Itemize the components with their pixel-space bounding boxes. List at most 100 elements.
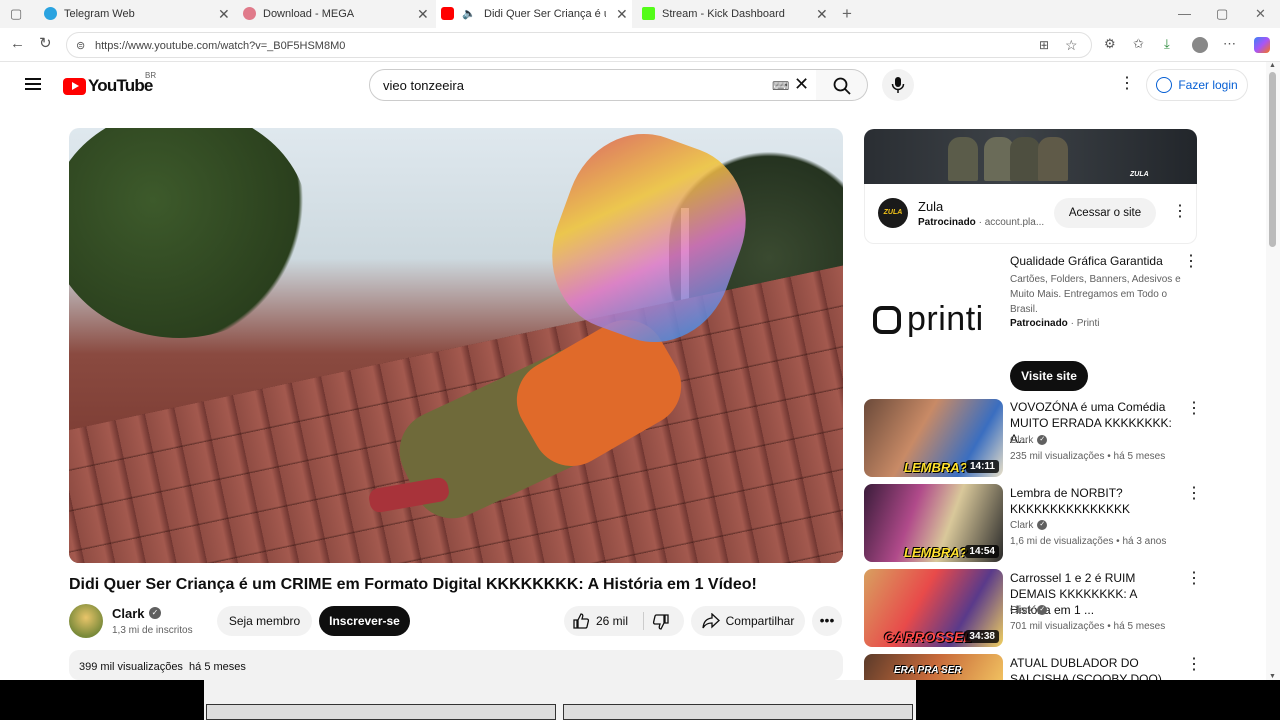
recommended-title[interactable]: ATUAL DUBLADOR DO SALCISHA (SCOOBY DOO) (1010, 655, 1180, 680)
close-window-icon[interactable]: ✕ (1255, 6, 1266, 22)
search-icon (833, 77, 851, 95)
ad-description: Cartões, Folders, Banners, Adesivos e Mu… (1010, 274, 1181, 315)
subscribe-button[interactable]: Inscrever-se (319, 606, 410, 636)
banner-figure (1010, 137, 1040, 181)
like-count: 26 mil (596, 614, 629, 628)
back-icon[interactable]: ← (10, 36, 25, 51)
tab-label: Telegram Web (64, 8, 135, 20)
views-date: 399 mil visualizações há 5 meses (79, 661, 246, 673)
subscribe-label: Inscrever-se (329, 614, 400, 628)
like-divider (643, 612, 644, 630)
minimize-icon[interactable]: — (1178, 6, 1191, 21)
channel-avatar[interactable] (69, 604, 103, 638)
recommended-channel[interactable]: Clark ✓ (1010, 520, 1048, 531)
tab-kick[interactable]: Stream - Kick Dashboard ✕ (640, 0, 830, 28)
search-value: vieo tonzeeira (383, 78, 464, 93)
advertiser-logo: ZULA (878, 198, 908, 228)
tab-label: Stream - Kick Dashboard (662, 8, 785, 20)
more-icon[interactable]: ⋮ (1119, 76, 1135, 92)
speaker-icon[interactable]: 🔈 (462, 7, 476, 20)
recommended-channel[interactable]: Clark ✓ (1010, 605, 1048, 616)
copilot-icon[interactable] (1254, 37, 1270, 53)
site-info-icon[interactable]: ⊜ (76, 39, 85, 52)
like-icon[interactable] (572, 612, 590, 630)
video-more-icon[interactable]: ⋮ (1186, 486, 1202, 502)
video-thumbnail[interactable]: LEMBRA? 14:54 (864, 484, 1003, 562)
video-thumbnail[interactable]: LEMBRA? 14:11 (864, 399, 1003, 477)
recommended-meta: 701 mil visualizações • há 5 meses (1010, 621, 1166, 632)
close-tab-icon[interactable]: ✕ (616, 7, 628, 21)
ad-title[interactable]: Qualidade Gráfica Garantida (1010, 253, 1180, 269)
profile-avatar[interactable] (1192, 37, 1208, 53)
video-more-icon[interactable]: ⋮ (1186, 571, 1202, 587)
video-more-icon[interactable]: ⋮ (1186, 657, 1202, 673)
banner-brand: ZULA (1130, 171, 1149, 178)
tab-mega[interactable]: Download - MEGA ✕ (241, 0, 431, 28)
url-field[interactable]: ⊜ https://www.youtube.com/watch?v=_B0F5H… (66, 32, 1092, 58)
tab-telegram[interactable]: Telegram Web ✕ (42, 0, 232, 28)
tab-actions-icon[interactable]: ▢ (10, 6, 22, 22)
page-scrollbar[interactable]: ▲ ▼ (1266, 62, 1280, 680)
ad-brand: Printi (1076, 318, 1100, 329)
channel-name[interactable]: Clark (112, 606, 145, 621)
mega-icon (243, 7, 256, 20)
new-tab-icon[interactable]: + (842, 4, 852, 24)
subscriber-count: 1,3 mi de inscritos (112, 625, 193, 636)
ad-more-icon[interactable]: ⋮ (1172, 204, 1188, 220)
kick-icon (642, 7, 655, 20)
recommended-channel[interactable]: Clark ✓ (1010, 435, 1048, 446)
close-tab-icon[interactable]: ✕ (218, 7, 230, 21)
channel-label: Clark (1010, 520, 1034, 531)
extension-icon[interactable]: ⚙ (1104, 37, 1116, 50)
clear-icon[interactable]: ✕ (794, 74, 809, 95)
scroll-up-icon[interactable]: ▲ (1269, 62, 1276, 69)
hamburger-icon[interactable] (25, 78, 41, 90)
maximize-icon[interactable]: ▢ (1216, 6, 1228, 22)
join-button[interactable]: Seja membro (217, 606, 312, 636)
verified-icon: ✓ (1037, 435, 1048, 446)
verified-icon: ✓ (1037, 520, 1048, 531)
login-button[interactable]: Fazer login (1146, 69, 1248, 101)
thumbnail-overlay-text: LEMBRA? (904, 460, 968, 475)
thumbnail-overlay-text: ERA PRA SER (894, 665, 962, 676)
share-button[interactable]: Compartilhar (691, 606, 805, 636)
video-thumbnail[interactable]: ERA PRA SER (864, 654, 1003, 680)
more-actions-button[interactable]: ••• (812, 606, 842, 636)
recommended-title[interactable]: Lembra de NORBIT? KKKKKKKKKKKKKKK (1010, 485, 1180, 517)
recommended-meta: 235 mil visualizações • há 5 meses (1010, 451, 1166, 462)
youtube-logo[interactable]: YouTube BR (63, 71, 156, 96)
share-icon (701, 613, 720, 629)
dislike-icon[interactable] (652, 613, 670, 631)
scrollbar-thumb[interactable] (1269, 72, 1276, 247)
search-input[interactable]: vieo tonzeeira ⌨ ✕ (369, 69, 817, 101)
more-horizontal-icon: ••• (819, 612, 835, 628)
ad-more-icon[interactable]: ⋮ (1183, 254, 1199, 270)
favorite-star-icon[interactable]: ☆ (1065, 37, 1078, 54)
login-label: Fazer login (1178, 78, 1238, 92)
search-button[interactable] (816, 69, 868, 101)
settings-more-icon[interactable]: ⋯ (1223, 37, 1236, 50)
ad-card-zula[interactable]: ZULA Zula Patrocinado · account.pla... A… (864, 184, 1197, 244)
visite-site-button[interactable]: Visite site (1010, 361, 1088, 391)
close-tab-icon[interactable]: ✕ (816, 7, 828, 21)
voice-search-button[interactable] (882, 69, 914, 101)
reload-icon[interactable]: ↻ (39, 36, 52, 51)
tab-youtube-active[interactable]: 🔈 Didi Quer Ser Criança é um C ✕ (436, 0, 632, 28)
youtube-header: YouTube BR vieo tonzeeira ⌨ ✕ ⋮ Fazer lo… (0, 62, 1266, 108)
download-icon[interactable]: ⤓ (1164, 37, 1170, 50)
banner-figure (948, 137, 978, 181)
description-box[interactable]: 399 mil visualizações há 5 meses (69, 650, 843, 680)
video-thumbnail[interactable]: CARROSSEL 34:38 (864, 569, 1003, 647)
printi-logo[interactable]: printi (873, 300, 984, 339)
video-player[interactable] (69, 128, 843, 563)
visit-site-button[interactable]: Acessar o site (1054, 198, 1156, 228)
keyboard-icon[interactable]: ⌨ (772, 79, 789, 93)
scroll-down-icon[interactable]: ▼ (1269, 673, 1276, 680)
video-frame-tree (69, 128, 309, 338)
favorites-icon[interactable]: ✩ (1133, 37, 1144, 50)
video-more-icon[interactable]: ⋮ (1186, 401, 1202, 417)
close-tab-icon[interactable]: ✕ (417, 7, 429, 21)
telegram-icon (44, 7, 57, 20)
split-view-icon[interactable]: ⊞ (1039, 38, 1049, 52)
ad-banner-image[interactable]: ZULA (864, 129, 1197, 184)
